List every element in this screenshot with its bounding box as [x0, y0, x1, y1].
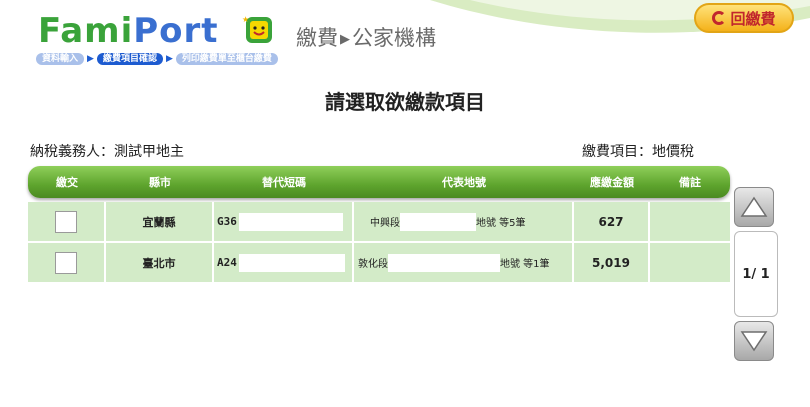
table-row[interactable]: 臺北市 A24 敦化段 地號 等1筆 5,019: [28, 243, 730, 284]
pay-checkbox[interactable]: [55, 210, 77, 233]
code-mask: [238, 212, 343, 231]
breadcrumb: 繳費 ▶公家機構: [296, 22, 436, 52]
step-data-input: 資料輸入: [36, 53, 85, 65]
triangle-up-icon: [740, 196, 768, 217]
breadcrumb-sub: 公家機構: [352, 26, 436, 50]
lot-mask: [388, 253, 500, 272]
taxpayer-label: 納稅義務人：: [30, 144, 114, 160]
county-cell: 臺北市: [106, 243, 214, 282]
taxpayer-value: 測試甲地主: [114, 144, 184, 160]
lot-section: 中興段: [370, 218, 400, 229]
col-header-county: 縣市: [149, 176, 171, 189]
table-body: 宜蘭縣 G36 中興段 地號 等5筆 627 臺北市 A24 敦化段 地號 等1筆 …: [28, 202, 730, 284]
taxpayer-info: 納稅義務人：測試甲地主: [30, 141, 184, 161]
code-prefix: A24: [217, 256, 237, 269]
triangle-down-icon: [740, 331, 768, 352]
breadcrumb-arrow-icon: ▶: [340, 32, 350, 47]
note-cell: [650, 243, 730, 282]
pay-checkbox[interactable]: [55, 251, 77, 274]
back-to-payment-button[interactable]: 回繳費: [694, 3, 794, 33]
step-print-slip: 列印繳費單至櫃台繳費: [175, 53, 278, 65]
lot-cell: 敦化段 地號 等1筆: [354, 243, 574, 282]
col-header-lot: 代表地號: [442, 176, 486, 189]
payment-items-table: 繳交 縣市 替代短碼 代表地號 應繳金額 備註 宜蘭縣 G36 中興段 地號 等5…: [28, 166, 730, 284]
tax-item-value: 地價稅: [652, 144, 694, 160]
col-header-pay: 繳交: [56, 176, 78, 189]
code-cell: G36: [214, 202, 354, 241]
step-confirm-items: 繳費項目確認: [96, 53, 163, 65]
col-header-code: 替代短碼: [262, 176, 306, 189]
code-cell: A24: [214, 243, 354, 282]
tax-item-info: 繳費項目：地價稅: [582, 141, 694, 161]
code-mask: [238, 253, 345, 272]
amount-cell: 5,019: [574, 243, 650, 282]
back-icon: [712, 11, 727, 25]
lot-section: 敦化段: [358, 259, 388, 270]
scroll-up-button[interactable]: [734, 187, 774, 227]
lot-suffix: 地號 等5筆: [476, 218, 526, 229]
code-prefix: G36: [217, 215, 237, 228]
col-header-amount: 應繳金額: [590, 176, 634, 189]
progress-steps: 資料輸入 ▶ 繳費項目確認 ▶ 列印繳費單至櫃台繳費: [36, 52, 278, 66]
amount-cell: 627: [574, 202, 650, 241]
svg-text:★: ★: [242, 15, 249, 24]
mascot-icon: ★: [242, 15, 272, 43]
step-arrow-icon: ▶: [165, 54, 173, 64]
tax-item-label: 繳費項目：: [582, 144, 652, 160]
table-row[interactable]: 宜蘭縣 G36 中興段 地號 等5筆 627: [28, 202, 730, 243]
breadcrumb-main: 繳費: [296, 26, 338, 50]
county-cell: 宜蘭縣: [106, 202, 214, 241]
page-title: 請選取欲繳款項目: [325, 90, 485, 114]
scroll-down-button[interactable]: [734, 321, 774, 361]
pagination: 1/ 1: [734, 187, 778, 361]
famiport-logo: FamiPort: [38, 11, 219, 51]
table-header: 繳交 縣市 替代短碼 代表地號 應繳金額 備註: [28, 166, 730, 198]
col-header-note: 備註: [679, 176, 701, 189]
lot-mask: [400, 212, 476, 231]
step-arrow-icon: ▶: [87, 54, 94, 64]
note-cell: [650, 202, 730, 241]
lot-suffix: 地號 等1筆: [500, 259, 550, 270]
lot-cell: 中興段 地號 等5筆: [354, 202, 574, 241]
pay-cell: [28, 243, 106, 282]
pay-cell: [28, 202, 106, 241]
page-indicator: 1/ 1: [734, 231, 778, 317]
